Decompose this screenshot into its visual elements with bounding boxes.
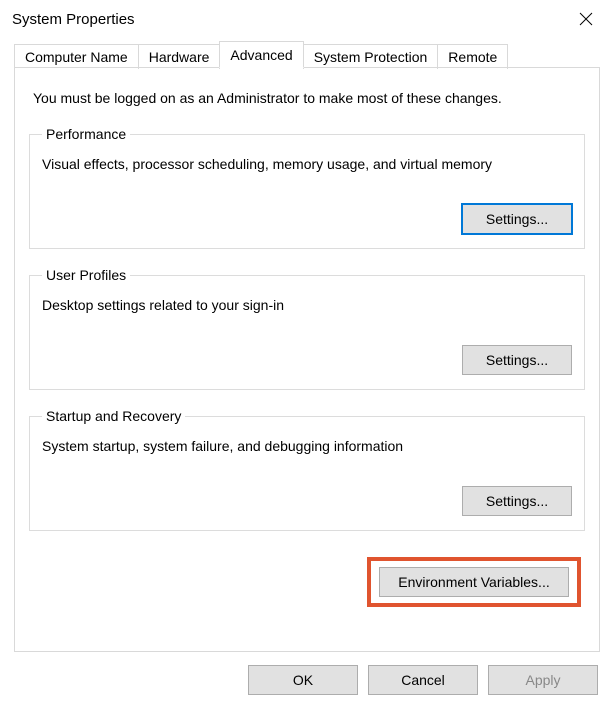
startup-recovery-legend: Startup and Recovery [42, 408, 185, 424]
performance-group: Performance Visual effects, processor sc… [29, 126, 585, 249]
tab-computer-name[interactable]: Computer Name [14, 44, 139, 69]
tab-advanced[interactable]: Advanced [219, 41, 303, 68]
environment-variables-row: Environment Variables... [29, 557, 585, 607]
startup-recovery-group: Startup and Recovery System startup, sys… [29, 408, 585, 531]
environment-variables-button[interactable]: Environment Variables... [379, 567, 569, 597]
user-profiles-settings-button[interactable]: Settings... [462, 345, 572, 375]
close-button[interactable] [568, 5, 604, 33]
system-properties-window: System Properties Computer Name Hardware… [0, 0, 614, 708]
startup-recovery-button-row: Settings... [42, 486, 572, 516]
admin-notice: You must be logged on as an Administrato… [33, 90, 581, 106]
titlebar: System Properties [0, 0, 614, 38]
tab-remote[interactable]: Remote [437, 44, 508, 69]
tab-hardware[interactable]: Hardware [138, 44, 221, 69]
user-profiles-desc: Desktop settings related to your sign-in [42, 297, 572, 313]
startup-recovery-settings-button[interactable]: Settings... [462, 486, 572, 516]
performance-settings-button[interactable]: Settings... [462, 204, 572, 234]
dialog-footer: OK Cancel Apply [0, 652, 614, 708]
performance-button-row: Settings... [42, 204, 572, 234]
performance-desc: Visual effects, processor scheduling, me… [42, 156, 572, 172]
window-title: System Properties [12, 11, 135, 28]
cancel-button[interactable]: Cancel [368, 665, 478, 695]
tab-system-protection[interactable]: System Protection [303, 44, 439, 69]
tabstrip: Computer Name Hardware Advanced System P… [0, 38, 614, 68]
highlight-frame: Environment Variables... [367, 557, 581, 607]
advanced-tabpanel: You must be logged on as an Administrato… [14, 68, 600, 652]
close-icon [579, 12, 593, 26]
user-profiles-button-row: Settings... [42, 345, 572, 375]
performance-legend: Performance [42, 126, 130, 142]
startup-recovery-desc: System startup, system failure, and debu… [42, 438, 572, 454]
user-profiles-legend: User Profiles [42, 267, 130, 283]
apply-button[interactable]: Apply [488, 665, 598, 695]
ok-button[interactable]: OK [248, 665, 358, 695]
user-profiles-group: User Profiles Desktop settings related t… [29, 267, 585, 390]
